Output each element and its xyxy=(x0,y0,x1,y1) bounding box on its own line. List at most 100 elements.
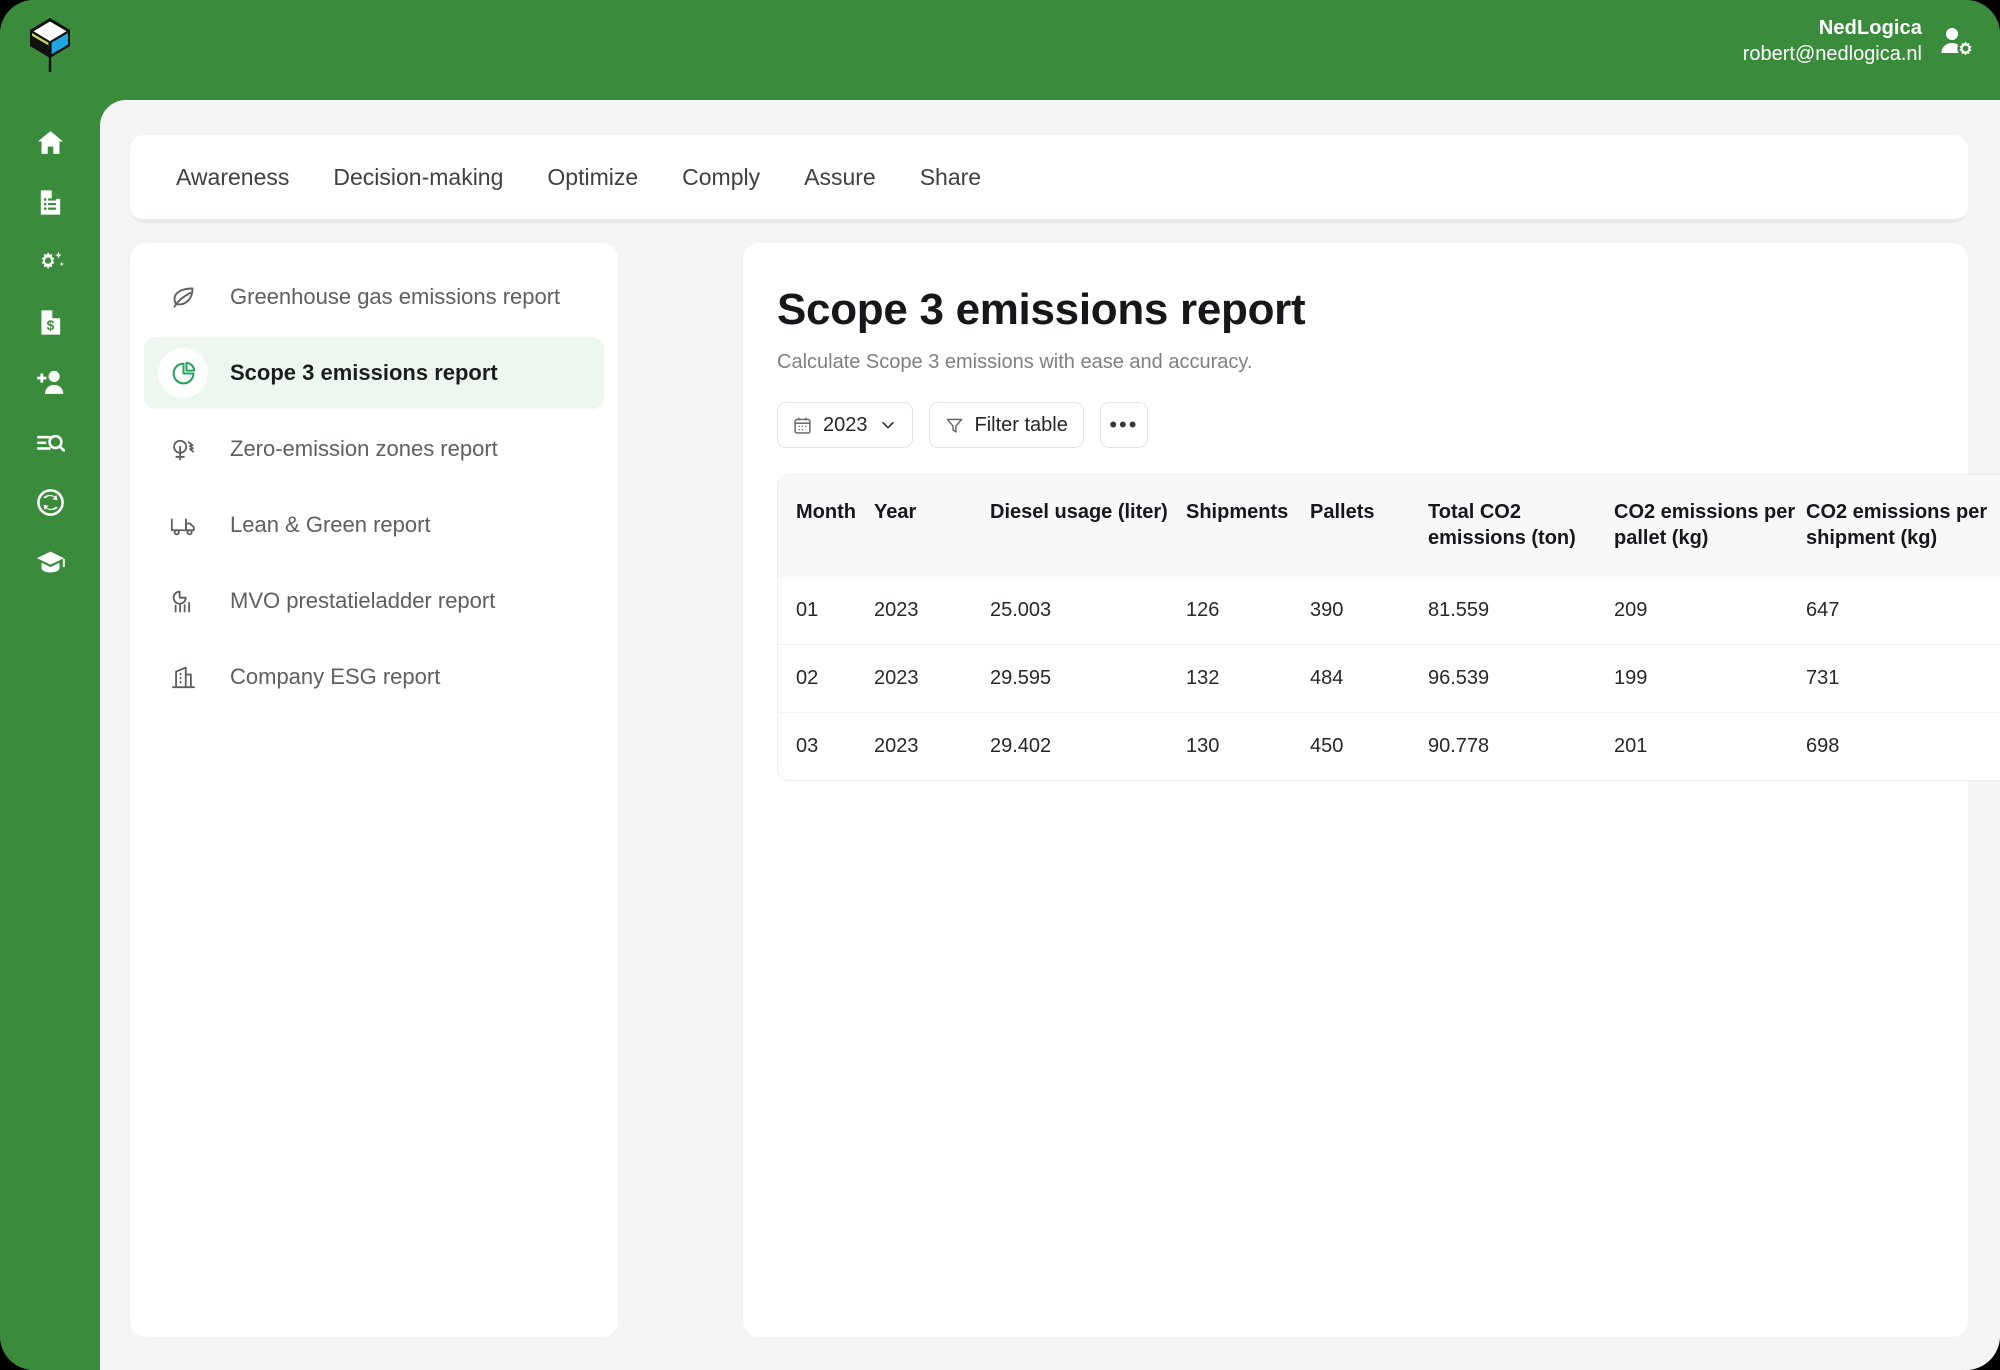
content-canvas: Awareness Decision-making Optimize Compl… xyxy=(100,100,2000,1370)
svg-text:$: $ xyxy=(46,316,54,332)
ellipsis-icon: ••• xyxy=(1109,412,1139,437)
org-name: NedLogica xyxy=(1818,17,1922,39)
filter-table-button[interactable]: Filter table xyxy=(928,402,1084,448)
cell-year: 2023 xyxy=(874,599,919,621)
cell-year: 2023 xyxy=(874,712,990,780)
table-toolbar: 2023 Filter table ••• xyxy=(777,402,1934,448)
recycle-circle-icon xyxy=(36,488,65,517)
report-label: Greenhouse gas emissions report xyxy=(230,284,561,309)
cell-shipments: 130 xyxy=(1186,712,1310,780)
column-header-year[interactable]: Year xyxy=(874,475,990,577)
rail-item-home[interactable] xyxy=(22,125,78,159)
cube-logo-icon[interactable] xyxy=(22,12,78,74)
column-header-total-co2[interactable]: Total CO2 emissions (ton) xyxy=(1428,475,1614,577)
user-info: NedLogica robert@nedlogica.nl xyxy=(1743,16,1922,67)
tab-optimize[interactable]: Optimize xyxy=(525,154,660,201)
table-header-row: Month Year Diesel usage (liter) Shipment… xyxy=(778,475,2000,577)
report-item-mvo-prestatieladder[interactable]: MVO prestatieladder report xyxy=(144,565,604,637)
report-item-zero-emission-zones[interactable]: Zero-emission zones report xyxy=(144,413,604,485)
cell-diesel: 25.003 xyxy=(990,599,1052,621)
tab-assure[interactable]: Assure xyxy=(782,154,898,201)
table-row[interactable]: 01 2023 25.003 126 390 81.559 209 647 xyxy=(778,577,2000,645)
icon-rail: $ xyxy=(0,0,100,1370)
pie-bars-icon xyxy=(158,576,208,626)
rail-item-documents[interactable] xyxy=(22,185,78,219)
cell-month: 03 xyxy=(778,712,874,780)
column-header-shipments[interactable]: Shipments xyxy=(1186,475,1310,577)
report-detail-panel: Scope 3 emissions report Calculate Scope… xyxy=(743,243,2000,1337)
column-header-month[interactable]: Month xyxy=(778,475,874,577)
tree-signal-icon xyxy=(158,424,208,474)
cell-month: 02 xyxy=(778,644,874,713)
report-item-lean-green[interactable]: Lean & Green report xyxy=(144,489,604,561)
leaf-icon xyxy=(158,272,208,322)
invoice-dollar-icon: $ xyxy=(36,308,65,337)
rail-item-add-user[interactable] xyxy=(22,365,78,399)
cell-co2-pallet: 199 xyxy=(1614,644,1806,713)
tab-awareness[interactable]: Awareness xyxy=(154,154,311,201)
cell-total-co2: 96.539 xyxy=(1428,644,1614,713)
table-head: Month Year Diesel usage (liter) Shipment… xyxy=(778,475,2000,577)
user-email: robert@nedlogica.nl xyxy=(1742,42,1922,65)
report-label: Scope 3 emissions report xyxy=(230,360,498,385)
cell-pallets: 390 xyxy=(1310,599,1344,621)
truck-icon xyxy=(158,500,208,550)
table-row[interactable]: 02 2023 29.595 132 484 96.539 199 731 xyxy=(778,644,2000,713)
cell-co2-shipment: 731 xyxy=(1806,644,2000,713)
table-body: 01 2023 25.003 126 390 81.559 209 647 02… xyxy=(778,577,2000,780)
rail-item-academy[interactable] xyxy=(22,545,78,579)
page-title: Scope 3 emissions report xyxy=(777,285,1306,334)
cell-month: 01 xyxy=(796,599,819,621)
report-label: MVO prestatieladder report xyxy=(230,588,496,613)
column-header-pallets[interactable]: Pallets xyxy=(1310,475,1428,577)
graduation-cap-icon xyxy=(36,548,65,577)
more-options-button[interactable]: ••• xyxy=(1099,402,1148,448)
pie-chart-icon xyxy=(158,348,208,398)
tab-share[interactable]: Share xyxy=(898,154,1003,201)
column-header-co2-shipment[interactable]: CO2 emissions per shipment (kg) xyxy=(1806,475,2000,577)
emissions-table-wrapper[interactable]: Month Year Diesel usage (liter) Shipment… xyxy=(777,474,2000,781)
report-label: Lean & Green report xyxy=(230,512,431,537)
cell-total-co2: 81.559 xyxy=(1428,599,1490,621)
chevron-down-icon xyxy=(879,416,897,434)
user-add-icon xyxy=(36,368,65,397)
report-label: Company ESG report xyxy=(230,664,441,689)
cell-shipments: 126 xyxy=(1186,599,1220,621)
list-search-icon xyxy=(36,428,65,457)
funnel-icon xyxy=(945,416,964,435)
report-item-greenhouse-gas[interactable]: Greenhouse gas emissions report xyxy=(144,261,604,333)
rail-item-finance[interactable]: $ xyxy=(22,305,78,339)
reports-list-panel: Greenhouse gas emissions report Scope 3 … xyxy=(130,243,618,1337)
cell-co2-pallet: 209 xyxy=(1614,599,1648,621)
report-item-company-esg[interactable]: Company ESG report xyxy=(144,641,604,713)
cell-co2-shipment: 698 xyxy=(1806,712,2000,780)
tab-comply[interactable]: Comply xyxy=(660,154,782,201)
building-icon xyxy=(158,652,208,702)
rail-item-settings-ai[interactable] xyxy=(22,245,78,279)
gear-sparkle-icon xyxy=(36,248,65,277)
column-header-diesel[interactable]: Diesel usage (liter) xyxy=(990,475,1186,577)
cell-year: 2023 xyxy=(874,644,990,713)
cell-co2-shipment: 647 xyxy=(1806,599,1840,621)
table-row[interactable]: 03 2023 29.402 130 450 90.778 201 698 xyxy=(778,712,2000,780)
column-header-co2-pallet[interactable]: CO2 emissions per pallet (kg) xyxy=(1614,475,1806,577)
home-icon xyxy=(36,128,65,157)
user-menu[interactable]: NedLogica robert@nedlogica.nl xyxy=(1743,16,1974,67)
report-label: Zero-emission zones report xyxy=(230,436,498,461)
user-settings-icon[interactable] xyxy=(1940,25,1974,59)
tab-decision-making[interactable]: Decision-making xyxy=(311,154,525,201)
emissions-table: Month Year Diesel usage (liter) Shipment… xyxy=(778,475,2000,780)
report-item-scope-3[interactable]: Scope 3 emissions report xyxy=(144,337,604,409)
year-selector[interactable]: 2023 xyxy=(777,402,913,448)
cell-diesel: 29.402 xyxy=(990,712,1186,780)
rail-item-search-records[interactable] xyxy=(22,425,78,459)
cell-pallets: 450 xyxy=(1310,712,1428,780)
cell-co2-pallet: 201 xyxy=(1614,712,1806,780)
cell-pallets: 484 xyxy=(1310,644,1428,713)
rail-item-sustainability[interactable] xyxy=(22,485,78,519)
cell-diesel: 29.595 xyxy=(990,644,1186,713)
rail-icon-list: $ xyxy=(0,125,100,579)
app-window: NedLogica robert@nedlogica.nl $ Awarenes… xyxy=(0,0,2000,1370)
primary-nav-tabs: Awareness Decision-making Optimize Compl… xyxy=(130,135,1968,223)
filter-table-label: Filter table xyxy=(974,413,1068,436)
